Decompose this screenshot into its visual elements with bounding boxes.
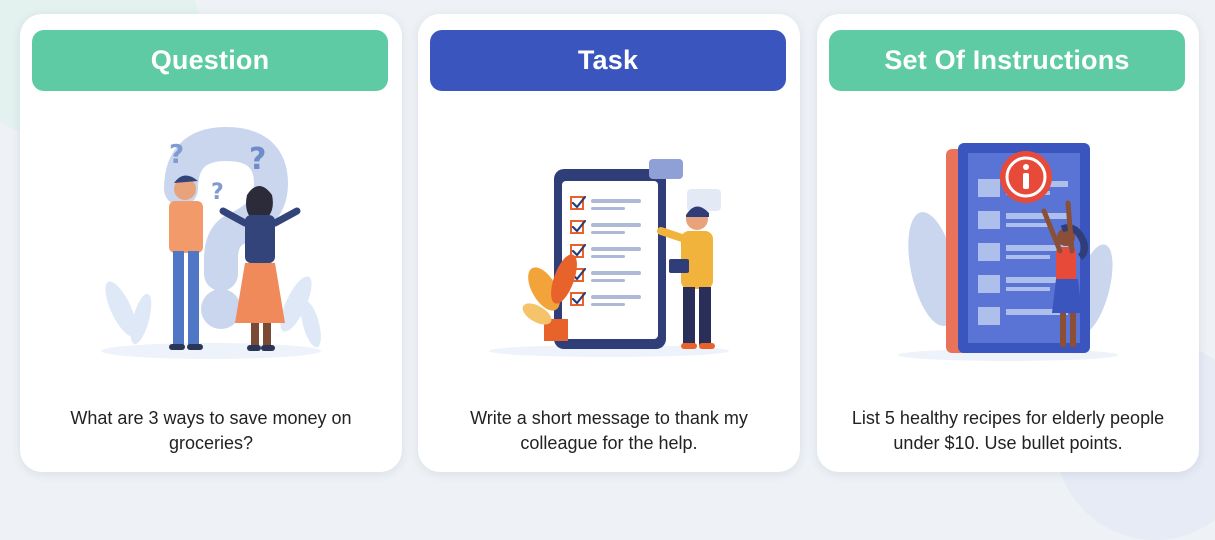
card-title: Question <box>32 30 388 91</box>
svg-text:?: ? <box>169 140 184 170</box>
card-question: Question ? ? ? What are 3 ways to save m… <box>20 14 402 472</box>
svg-text:?: ? <box>249 142 266 177</box>
cards-row: Question ? ? ? What are 3 ways to save m… <box>0 0 1215 480</box>
card-task: Task Write a short message to thank my c… <box>418 14 800 472</box>
card-title: Set Of Instructions <box>829 30 1185 91</box>
info-document-illustration <box>898 143 1118 361</box>
card-set-of-instructions: Set Of Instructions List 5 healthy recip… <box>817 14 1199 472</box>
svg-text:?: ? <box>211 180 224 205</box>
card-text: Write a short message to thank my collea… <box>470 408 748 453</box>
checklist-illustration <box>489 159 729 357</box>
card-title: Task <box>430 30 786 91</box>
card-text: What are 3 ways to save money on groceri… <box>70 408 352 453</box>
people-question-illustration: ? ? ? <box>101 126 321 359</box>
card-text: List 5 healthy recipes for elderly peopl… <box>851 408 1165 453</box>
